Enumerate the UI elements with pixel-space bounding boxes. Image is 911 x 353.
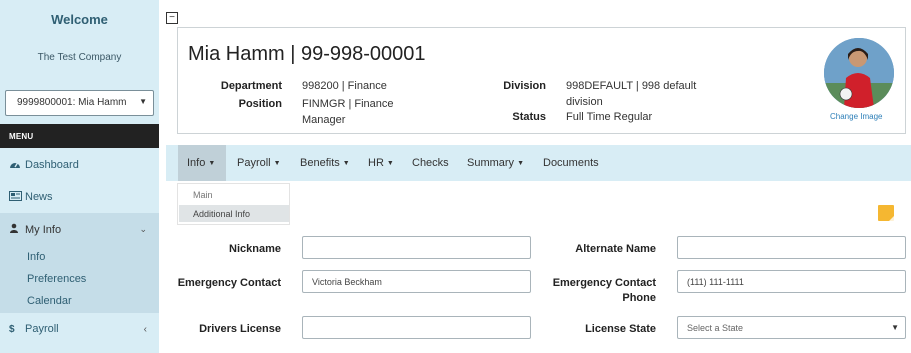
tab-label: HR <box>368 157 384 169</box>
info-dropdown-menu: Main Additional Info <box>177 183 290 225</box>
tab-info[interactable]: Info ▼ <box>178 145 226 181</box>
tab-payroll[interactable]: Payroll ▼ <box>237 145 281 181</box>
alternate-name-input[interactable] <box>677 236 906 259</box>
employee-photo <box>824 38 894 108</box>
welcome-heading: Welcome <box>51 12 108 27</box>
tab-benefits[interactable]: Benefits ▼ <box>300 145 350 181</box>
sidebar-item-dashboard[interactable]: Dashboard <box>0 149 159 181</box>
caret-down-icon: ▼ <box>208 159 216 167</box>
chevron-down-icon: ⌄ <box>139 224 147 234</box>
caret-down-icon: ▼ <box>273 159 281 167</box>
submenu-item-info[interactable]: Info <box>27 251 45 263</box>
nickname-label: Nickname <box>229 243 281 255</box>
employee-select-value: 9999800001: Mia Hamm <box>17 97 127 108</box>
drivers-license-label: Drivers License <box>199 323 281 335</box>
caret-down-icon: ▼ <box>517 159 524 167</box>
sidebar-item-my-info[interactable]: My Info ⌄ <box>0 213 159 246</box>
status-label: Status <box>512 111 546 123</box>
submenu-item-calendar[interactable]: Calendar <box>27 295 72 307</box>
division-label: Division <box>503 80 546 92</box>
sidebar-item-payroll[interactable]: $ Payroll ‹ <box>0 313 159 345</box>
status-value: Full Time Regular <box>566 111 653 123</box>
alternate-name-label: Alternate Name <box>575 243 656 255</box>
sidebar-item-label: News <box>25 191 53 203</box>
sidebar: Welcome The Test Company 9999800001: Mia… <box>0 0 159 353</box>
tab-label: Benefits <box>300 157 340 169</box>
tab-label: Payroll <box>237 157 271 169</box>
tab-checks[interactable]: Checks <box>412 145 449 181</box>
chevron-left-icon: ‹ <box>143 324 147 335</box>
emergency-contact-phone-label: Emergency Contact Phone <box>552 277 656 304</box>
tab-summary[interactable]: Summary ▼ <box>467 145 524 181</box>
dashboard-gauge-icon <box>9 159 23 172</box>
tab-label: Documents <box>543 157 599 169</box>
department-value: 998200 | Finance <box>302 80 387 92</box>
license-state-label: License State <box>585 323 656 335</box>
tab-hr[interactable]: HR ▼ <box>368 145 394 181</box>
employee-title: Mia Hamm | 99-998-00001 <box>188 43 426 65</box>
employee-tabs: Info ▼ Payroll ▼ Benefits ▼ HR ▼ Checks Summ… <box>166 145 911 181</box>
company-name: The Test Company <box>37 52 122 63</box>
tab-label: Summary <box>467 157 515 169</box>
my-info-submenu: Info Preferences Calendar <box>0 246 159 313</box>
employee-select[interactable]: 9999800001: Mia Hamm ▼ <box>5 90 154 116</box>
emergency-contact-phone-input[interactable]: (111) 111-1111 <box>677 270 906 293</box>
tab-label: Info <box>187 157 206 169</box>
chevron-down-icon: ▼ <box>139 97 147 106</box>
menu-heading: MENU <box>0 124 159 148</box>
position-label: Position <box>238 98 282 110</box>
tab-documents[interactable]: Documents <box>543 145 599 181</box>
position-value: FINMGR | Finance Manager <box>302 98 394 126</box>
tab-label: Checks <box>412 157 449 169</box>
submenu-item-preferences[interactable]: Preferences <box>27 273 86 285</box>
dropdown-item-main[interactable]: Main <box>193 190 213 200</box>
emergency-contact-input[interactable]: Victoria Beckham <box>302 270 531 293</box>
dollar-icon: $ <box>9 323 15 335</box>
user-icon <box>9 223 23 236</box>
nickname-input[interactable] <box>302 236 531 259</box>
sidebar-item-label: Payroll <box>25 323 59 335</box>
caret-down-icon: ▼ <box>342 159 350 167</box>
sticky-note-icon[interactable] <box>878 205 894 221</box>
license-state-select[interactable]: Select a State ▼ <box>677 316 906 339</box>
change-image-link[interactable]: Change Image <box>830 112 882 121</box>
drivers-license-input[interactable] <box>302 316 531 339</box>
chevron-down-icon: ▼ <box>891 323 899 332</box>
sidebar-item-label: My Info <box>25 223 62 236</box>
department-label: Department <box>220 80 282 92</box>
sidebar-item-label: Dashboard <box>25 159 79 171</box>
employee-header-card: Mia Hamm | 99-998-00001 Department 99820… <box>177 27 906 134</box>
license-state-placeholder: Select a State <box>687 323 744 333</box>
caret-down-icon: ▼ <box>386 159 394 167</box>
sidebar-item-news[interactable]: News <box>0 181 159 213</box>
newspaper-icon <box>9 190 23 204</box>
division-value: 998DEFAULT | 998 default division <box>566 80 697 108</box>
collapse-header-button[interactable]: − <box>166 12 178 24</box>
dropdown-item-additional-info[interactable]: Additional Info <box>179 205 289 222</box>
emergency-contact-label: Emergency Contact <box>177 277 281 289</box>
